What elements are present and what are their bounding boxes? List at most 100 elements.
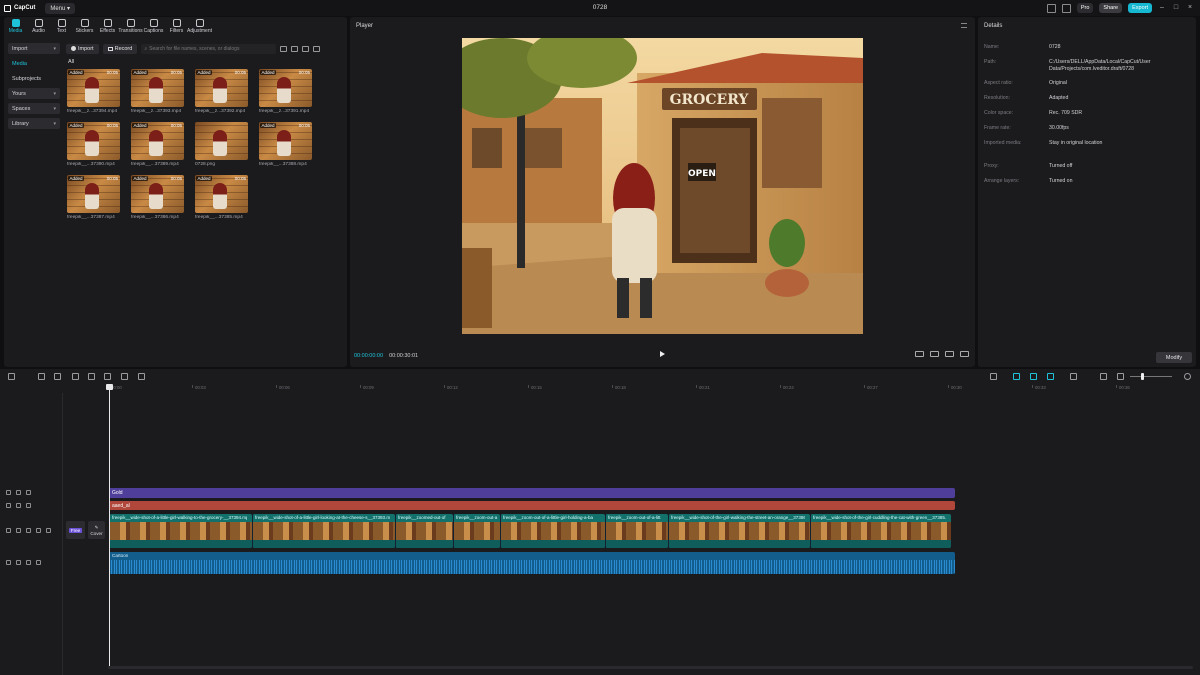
tab-adjustment[interactable]: Adjustment <box>187 17 212 36</box>
shield-icon[interactable] <box>138 373 145 380</box>
media-filter-all[interactable]: All <box>68 59 74 65</box>
video-clip[interactable]: freepik__wide-shot-of-a-little-girl-look… <box>252 514 395 548</box>
magnet-icon[interactable] <box>1030 373 1037 380</box>
media-thumbnail[interactable]: Added 00:05 <box>131 69 184 107</box>
media-thumbnail[interactable]: Added 00:05 <box>131 122 184 160</box>
video-clip[interactable]: freepik__zoom-out-a <box>453 514 500 548</box>
sidebar-item-media[interactable]: Media <box>8 58 60 69</box>
lock-icon[interactable] <box>16 503 21 508</box>
eye-icon[interactable] <box>26 490 31 495</box>
pro-button[interactable]: Pro <box>1076 3 1094 13</box>
record-button[interactable]: Record <box>102 43 138 54</box>
sidebar-item-yours[interactable]: Yours ▾ <box>8 88 60 99</box>
zoom-out-icon[interactable] <box>1117 373 1124 380</box>
preview-canvas[interactable]: GROCERY OPEN <box>462 38 863 334</box>
import-button[interactable]: Import <box>66 43 99 54</box>
media-thumbnail[interactable]: Added 00:05 <box>67 175 120 213</box>
filter-icon[interactable] <box>313 45 321 52</box>
view-toggle-icon[interactable] <box>280 45 288 52</box>
menu-button[interactable]: Menu ▾ <box>45 2 76 14</box>
sort-icon[interactable] <box>302 45 310 52</box>
undo-icon[interactable] <box>38 373 45 380</box>
media-thumbnail[interactable]: Added 00:05 <box>259 69 312 107</box>
minimize-icon[interactable]: – <box>1158 4 1166 12</box>
play-button[interactable] <box>660 351 665 357</box>
video-clip[interactable]: freepik__zoomed-out-of <box>395 514 453 548</box>
zoom-in-icon[interactable] <box>1184 373 1191 380</box>
tab-text[interactable]: Text <box>50 17 73 36</box>
tab-stickers[interactable]: Stickers <box>73 17 96 36</box>
sidebar-item-spaces[interactable]: Spaces ▾ <box>8 103 60 114</box>
video-clip[interactable]: freepik__wide-shot-of-a-little-girl-walk… <box>109 514 252 548</box>
sidebar-item-import[interactable]: Import ▾ <box>8 43 60 54</box>
timeline-ruler[interactable]: 00:00 00:03 00:06 00:09 00:12 00:15 00:18 00:21… <box>108 385 1198 393</box>
tab-filters[interactable]: Filters <box>165 17 188 36</box>
playhead-handle[interactable] <box>106 384 113 390</box>
tab-audio[interactable]: Audio <box>27 17 50 36</box>
video-clip[interactable]: freepik__zoom-out-of-a-litt <box>605 514 668 548</box>
media-thumbnail[interactable]: Added 00:05 <box>195 175 248 213</box>
video-clip[interactable]: freepik__wide-shot-of-the-girl-walking-t… <box>668 514 810 548</box>
playhead[interactable] <box>109 384 110 666</box>
microphone-icon[interactable] <box>990 373 997 380</box>
delete-icon[interactable] <box>121 373 128 380</box>
redo-icon[interactable] <box>54 373 61 380</box>
sidebar-item-library[interactable]: Library ▾ <box>8 118 60 129</box>
tab-effects[interactable]: Effects <box>96 17 119 36</box>
more-icon[interactable] <box>36 560 41 565</box>
subtitle-icon[interactable] <box>1100 373 1107 380</box>
audio-clip[interactable]: Cartoon <box>109 552 955 574</box>
snap-icon[interactable] <box>1047 373 1054 380</box>
cover-button[interactable]: ✎ Cover <box>88 521 105 539</box>
media-search-input[interactable]: ⌕ Search for file names, scenes, or dialo… <box>141 43 277 54</box>
effect-track-header <box>6 490 31 495</box>
media-thumbnail[interactable]: Added 00:05 <box>67 69 120 107</box>
media-thumbnail[interactable]: Added 00:05 <box>131 175 184 213</box>
video-clip[interactable]: freepik__wide-shot-of-the-girl-cuddling-… <box>810 514 951 548</box>
fullscreen-icon[interactable] <box>960 351 969 357</box>
eye-icon[interactable] <box>26 503 31 508</box>
split-right-icon[interactable] <box>104 373 111 380</box>
text-clip[interactable]: aaed_al <box>109 501 955 510</box>
free-badge[interactable]: Free <box>66 521 85 539</box>
volume-icon[interactable] <box>26 560 31 565</box>
timeline-scrollbar[interactable] <box>108 666 1193 669</box>
crop-icon[interactable] <box>930 351 939 357</box>
modify-button[interactable]: Modify <box>1156 352 1192 363</box>
shortcut-icon[interactable] <box>1061 3 1071 13</box>
more-icon[interactable] <box>46 528 51 533</box>
eye-icon[interactable] <box>26 528 31 533</box>
quality-icon[interactable] <box>915 351 924 357</box>
media-thumbnail[interactable]: Added 00:05 <box>67 122 120 160</box>
zoom-slider[interactable] <box>1130 376 1172 377</box>
player-menu-icon[interactable] <box>961 23 967 28</box>
media-thumbnail[interactable]: Added 00:05 <box>195 69 248 107</box>
sidebar-item-subprojects[interactable]: Subprojects <box>8 73 60 84</box>
export-button[interactable]: Export <box>1128 3 1152 13</box>
video-clip[interactable]: freepik__zoom-out-of-a-little-girl-holdi… <box>500 514 605 548</box>
maximize-icon[interactable]: □ <box>1172 4 1180 12</box>
tab-media[interactable]: Media <box>4 17 27 36</box>
link-icon[interactable] <box>1013 373 1020 380</box>
tab-transitions[interactable]: Transitions <box>118 17 143 36</box>
duration-label: 00:05 <box>106 176 118 181</box>
lock-icon[interactable] <box>6 490 11 495</box>
effect-clip[interactable]: Gold <box>109 488 955 498</box>
visibility-icon[interactable] <box>16 490 21 495</box>
share-button[interactable]: Share <box>1099 3 1123 13</box>
select-tool-icon[interactable] <box>8 373 15 380</box>
ratio-icon[interactable] <box>945 351 954 357</box>
close-icon[interactable]: × <box>1186 4 1194 12</box>
lock-icon[interactable] <box>16 528 21 533</box>
tab-captions[interactable]: Captions <box>142 17 165 36</box>
layout-icon[interactable] <box>1046 3 1056 13</box>
split-left-icon[interactable] <box>88 373 95 380</box>
media-thumbnail[interactable] <box>195 122 248 160</box>
lock-icon[interactable] <box>16 560 21 565</box>
media-thumbnail[interactable]: Added 00:05 <box>259 122 312 160</box>
split-icon[interactable] <box>72 373 79 380</box>
grid-view-icon[interactable] <box>291 45 299 52</box>
preview-axis-icon[interactable] <box>1070 373 1077 380</box>
zoom-slider-thumb[interactable] <box>1141 373 1144 380</box>
audio-mute-icon[interactable] <box>36 528 41 533</box>
